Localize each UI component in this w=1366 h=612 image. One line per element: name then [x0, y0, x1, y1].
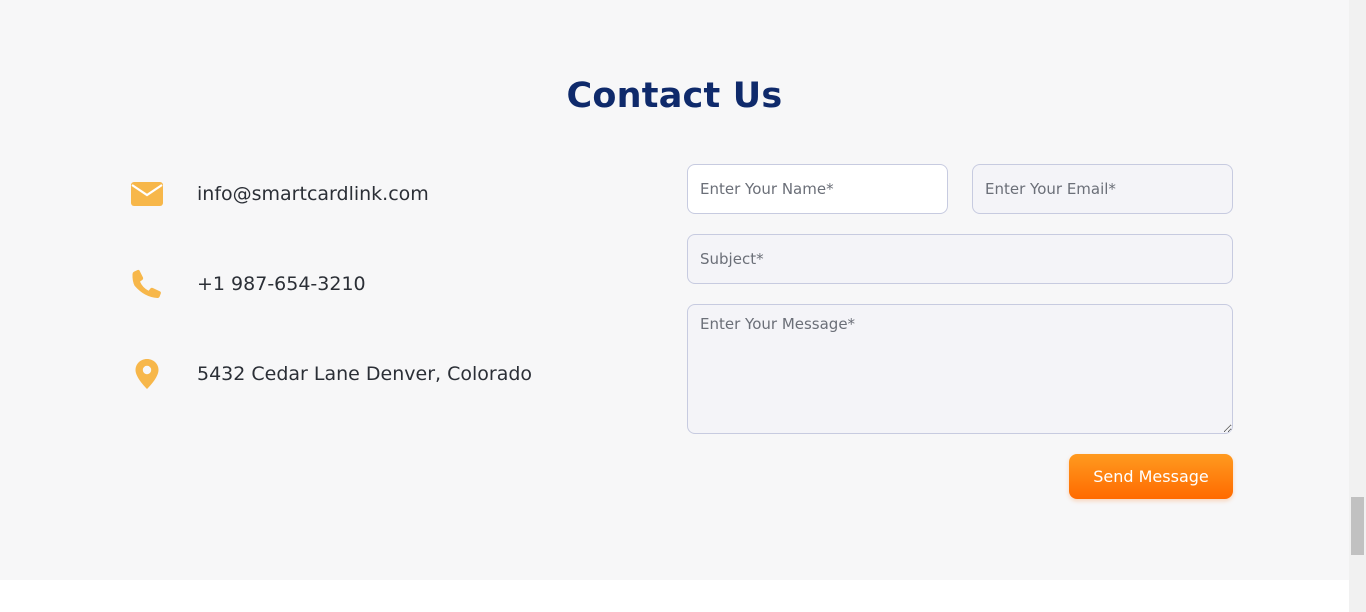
contact-section: Contact Us info@smartcardlink.com +1 987…	[0, 0, 1349, 580]
message-textarea[interactable]	[687, 304, 1233, 434]
email-input[interactable]	[972, 164, 1233, 214]
contact-phone-row: +1 987-654-3210	[130, 267, 366, 301]
subject-input[interactable]	[687, 234, 1233, 284]
contact-email-text: info@smartcardlink.com	[197, 183, 429, 205]
contact-address-row: 5432 Cedar Lane Denver, Colorado	[130, 357, 532, 391]
location-pin-icon	[130, 357, 164, 391]
envelope-icon	[130, 177, 164, 211]
send-message-button[interactable]: Send Message	[1069, 454, 1233, 499]
phone-icon	[130, 267, 164, 301]
section-title: Contact Us	[566, 76, 783, 116]
scrollbar-thumb[interactable]	[1351, 497, 1364, 555]
contact-email-row: info@smartcardlink.com	[130, 177, 429, 211]
page-scrollbar[interactable]	[1349, 0, 1366, 612]
contact-phone-text: +1 987-654-3210	[197, 273, 366, 295]
name-input[interactable]	[687, 164, 948, 214]
contact-address-text: 5432 Cedar Lane Denver, Colorado	[197, 363, 533, 385]
